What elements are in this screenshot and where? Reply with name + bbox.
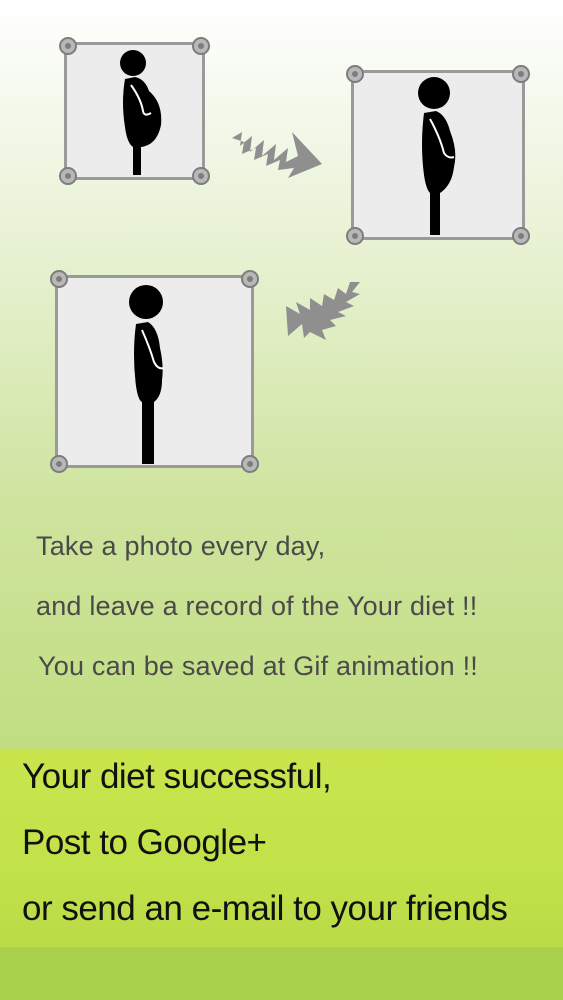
banner-line-2: Post to Google+	[22, 823, 267, 862]
ornament-corner-icon	[241, 270, 259, 288]
banner-line-3: or send an e-mail to your friends	[22, 889, 508, 928]
photo-frame-after	[50, 270, 259, 473]
person-silhouette-icon	[120, 50, 162, 175]
ornament-corner-icon	[50, 455, 68, 473]
photo-frame-middle	[346, 65, 530, 245]
promo-banner: Your diet successful, Post to Google+ or…	[0, 749, 563, 947]
ornament-corner-icon	[512, 227, 530, 245]
bottom-strip	[0, 947, 563, 1000]
caption-line-1: Take a photo every day,	[36, 531, 326, 561]
scribble-arrow-icon	[286, 282, 360, 340]
caption-line-3: You can be saved at Gif animation !!	[38, 651, 478, 681]
ornament-corner-icon	[241, 455, 259, 473]
person-silhouette-icon	[129, 285, 165, 464]
ornament-corner-icon	[512, 65, 530, 83]
ornament-corner-icon	[192, 167, 210, 185]
ornament-corner-icon	[346, 65, 364, 83]
ornament-corner-icon	[346, 227, 364, 245]
caption-line-2: and leave a record of the Your diet !!	[36, 591, 478, 621]
ornament-corner-icon	[59, 37, 77, 55]
scribble-arrow-icon	[232, 132, 322, 178]
ornament-corner-icon	[192, 37, 210, 55]
person-silhouette-icon	[418, 77, 456, 235]
banner-line-1: Your diet successful,	[22, 757, 332, 796]
ornament-corner-icon	[50, 270, 68, 288]
ornament-corner-icon	[59, 167, 77, 185]
photo-frame-before	[59, 37, 210, 185]
